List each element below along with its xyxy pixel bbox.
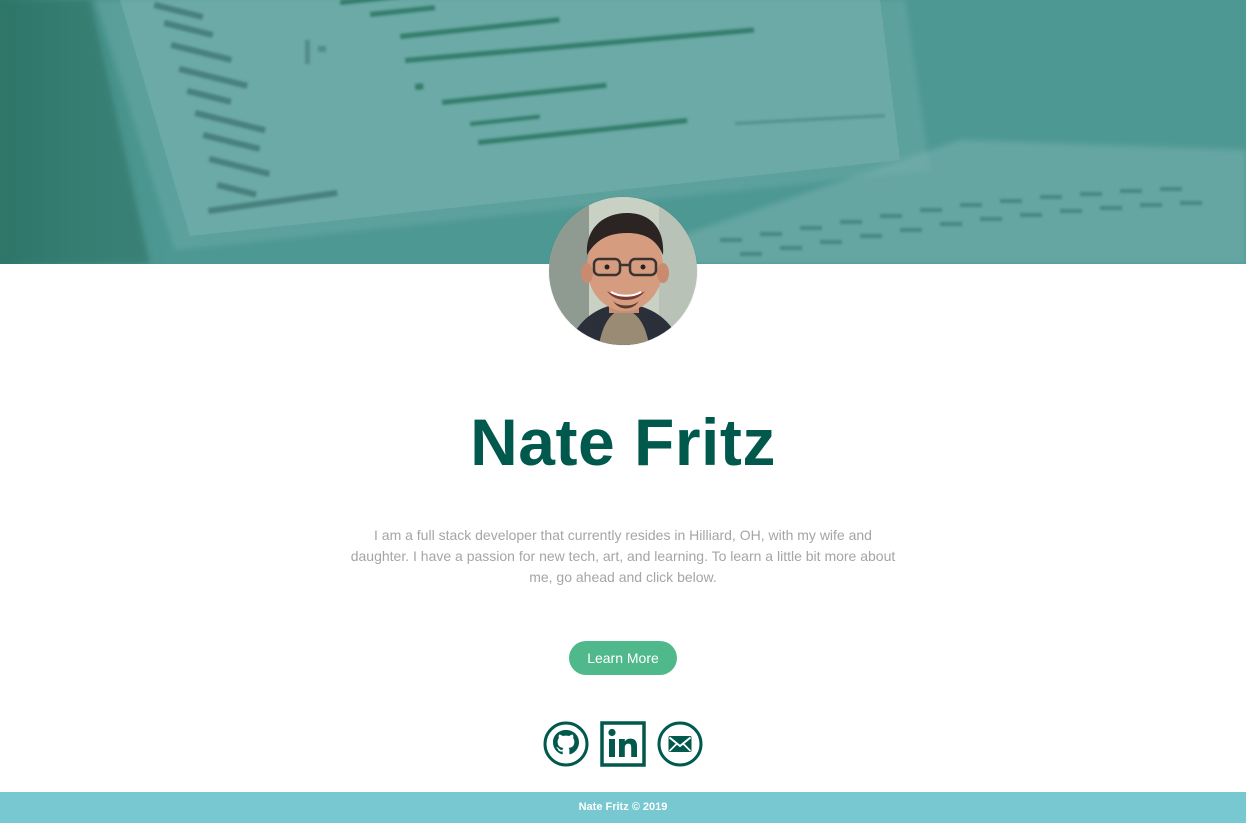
profile-photo (549, 197, 697, 345)
github-icon (543, 721, 589, 767)
linkedin-link[interactable] (600, 721, 646, 767)
linkedin-icon (600, 721, 646, 767)
footer: Nate Fritz © 2019 (0, 792, 1246, 823)
profile-bio: I am a full stack developer that current… (350, 527, 896, 585)
page: Nate Fritz I am a full stack developer t… (0, 0, 1246, 823)
github-link[interactable] (543, 721, 589, 767)
learn-more-button[interactable]: Learn More (569, 641, 677, 675)
envelope-icon (657, 721, 703, 767)
avatar (549, 197, 697, 345)
footer-copyright: Nate Fritz © 2019 (578, 801, 668, 813)
profile-name: Nate Fritz (470, 405, 776, 479)
email-link[interactable] (657, 721, 703, 767)
